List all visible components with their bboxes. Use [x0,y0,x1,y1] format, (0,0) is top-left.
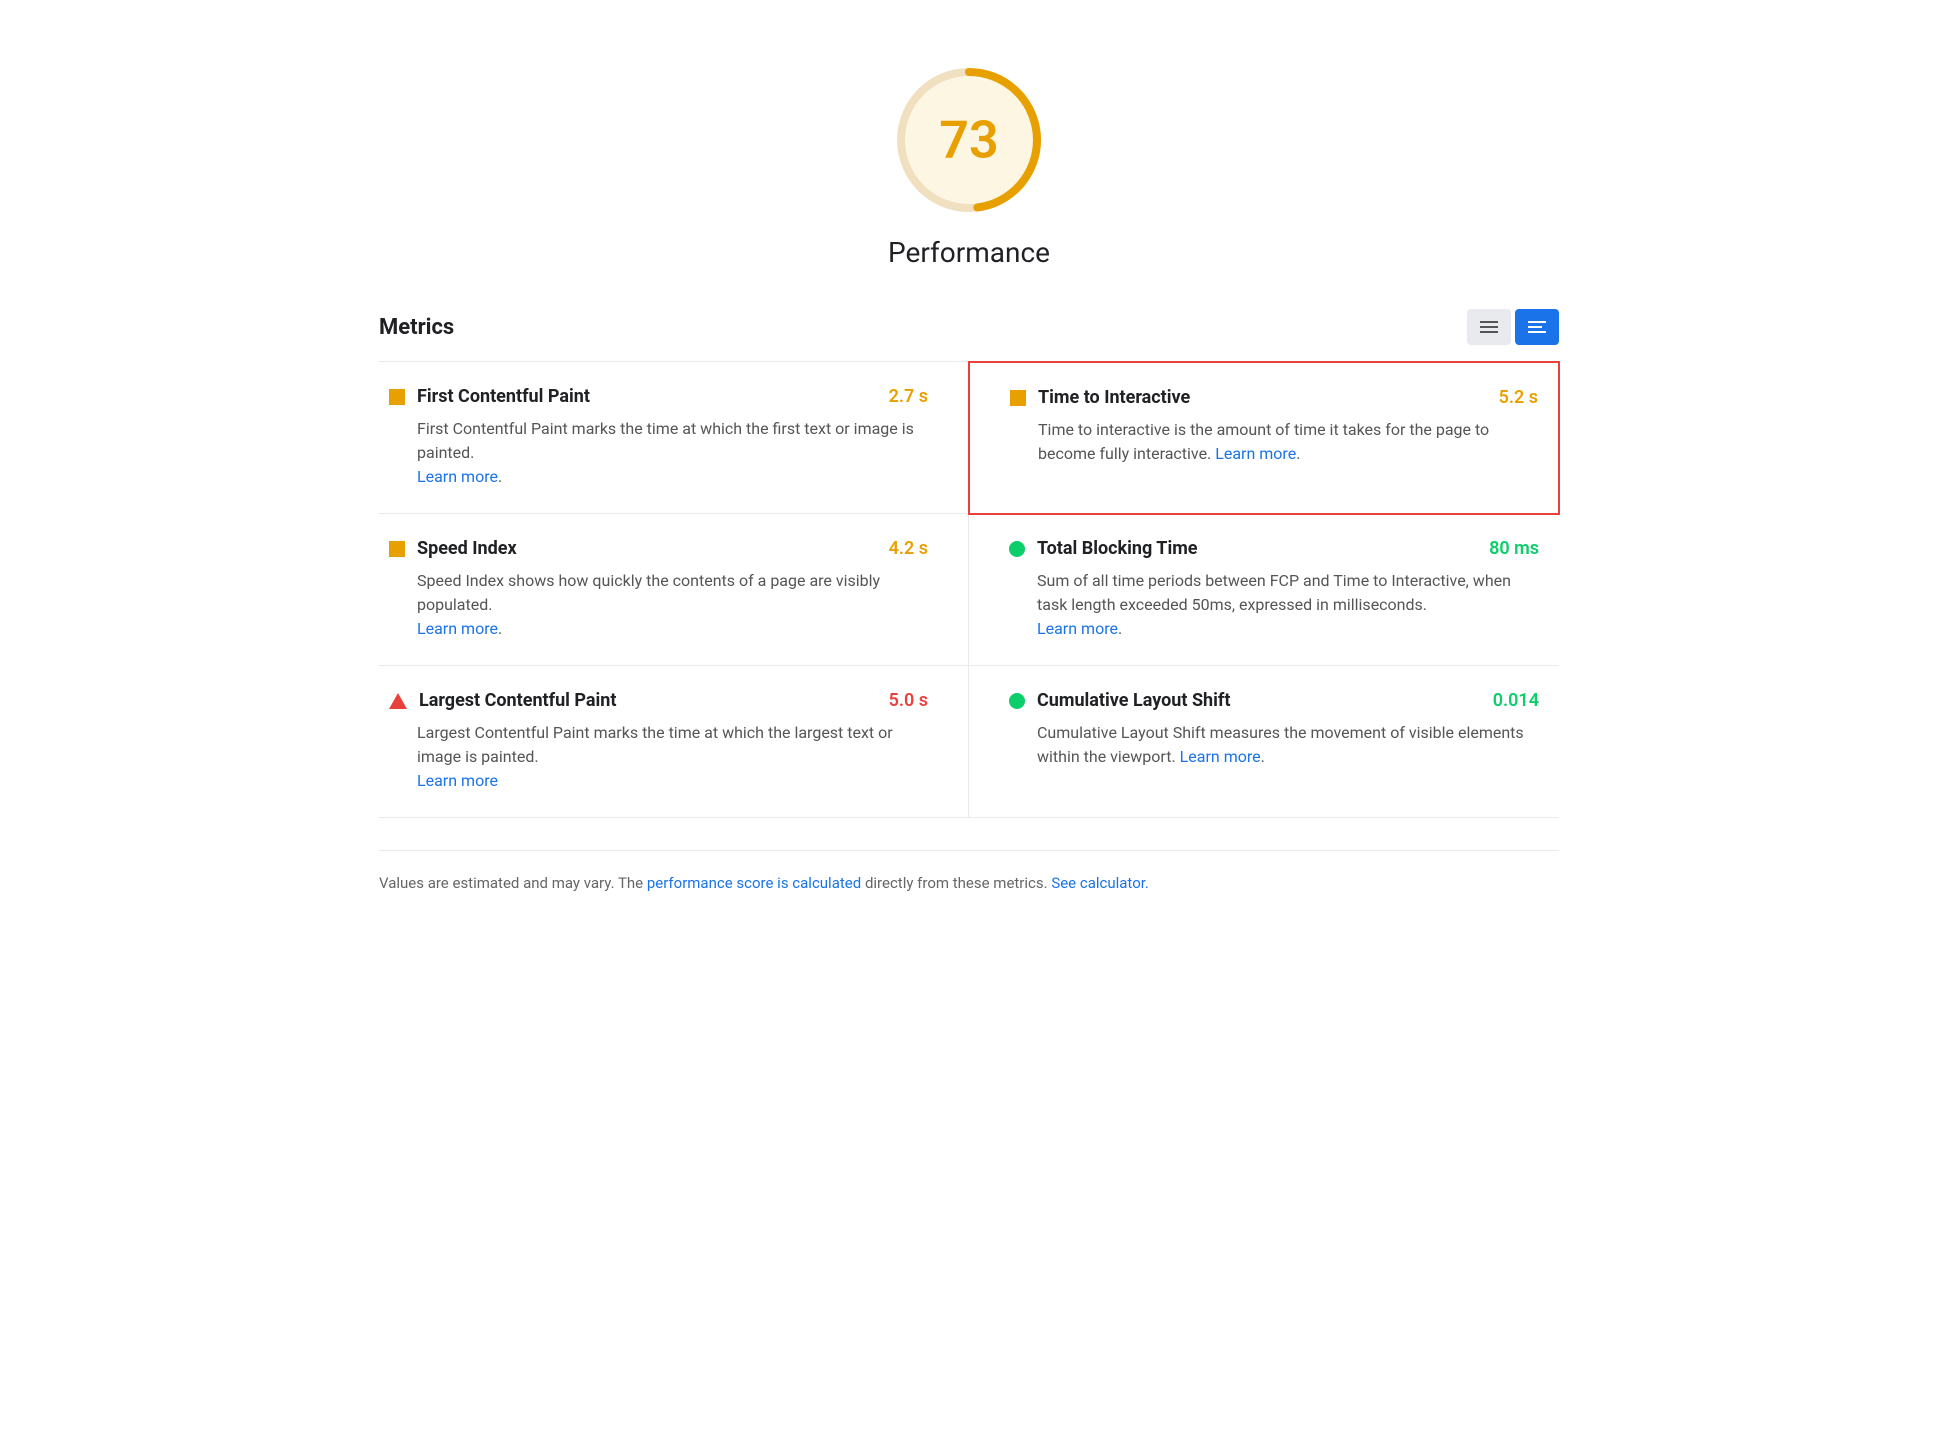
footer-link-see-calculator[interactable]: See calculator. [1051,874,1149,892]
metric-tbt: Total Blocking Time 80 ms Sum of all tim… [969,514,1559,666]
footer-link-calculator[interactable]: performance score is calculated [647,874,861,892]
metric-cls-header: Cumulative Layout Shift 0.014 [1009,690,1539,713]
cls-value: 0.014 [1493,690,1539,711]
metric-tbt-title-row: Total Blocking Time 80 ms [1037,538,1539,559]
tti-icon [1010,390,1026,406]
metric-si: Speed Index 4.2 s Speed Index shows how … [379,514,969,666]
cls-learn-more[interactable]: Learn more [1180,747,1261,766]
footer-text-before: Values are estimated and may vary. The [379,874,647,892]
tbt-value: 80 ms [1489,538,1539,559]
si-icon [389,541,405,557]
metric-fcp: First Contentful Paint 2.7 s First Conte… [379,362,969,514]
si-value: 4.2 s [889,538,928,559]
detail-view-button[interactable] [1515,309,1559,345]
cls-name: Cumulative Layout Shift [1037,690,1230,711]
tbt-description: Sum of all time periods between FCP and … [1037,569,1539,641]
metric-tti-header: Time to Interactive 5.2 s [1010,387,1538,410]
metric-lcp: Largest Contentful Paint 5.0 s Largest C… [379,666,969,818]
metric-si-title-row: Speed Index 4.2 s [417,538,928,559]
lcp-value: 5.0 s [889,690,928,711]
score-value: 73 [939,110,998,171]
metric-tti-title-row: Time to Interactive 5.2 s [1038,387,1538,408]
si-learn-more[interactable]: Learn more [417,619,498,638]
fcp-icon [389,389,405,405]
detail-view-icon [1528,321,1546,333]
footer-text-middle: directly from these metrics. [865,874,1051,892]
lcp-name: Largest Contentful Paint [419,690,616,711]
metric-tti: Time to Interactive 5.2 s Time to intera… [968,361,1560,515]
metric-si-header: Speed Index 4.2 s [389,538,928,561]
fcp-value: 2.7 s [889,386,928,407]
tti-learn-more[interactable]: Learn more [1215,444,1296,463]
lcp-description: Largest Contentful Paint marks the time … [417,721,928,793]
score-ring: 73 [889,60,1049,220]
score-section: 73 Performance [379,40,1559,269]
metrics-header: Metrics [379,309,1559,345]
metric-fcp-header: First Contentful Paint 2.7 s [389,386,928,409]
cls-icon [1009,693,1025,709]
metric-cls-title-row: Cumulative Layout Shift 0.014 [1037,690,1539,711]
si-name: Speed Index [417,538,517,559]
list-view-button[interactable] [1467,309,1511,345]
tbt-icon [1009,541,1025,557]
tbt-learn-more[interactable]: Learn more [1037,619,1118,638]
metrics-grid: First Contentful Paint 2.7 s First Conte… [379,361,1559,818]
metric-fcp-title-row: First Contentful Paint 2.7 s [417,386,928,407]
metric-lcp-title-row: Largest Contentful Paint 5.0 s [419,690,928,711]
metric-cls: Cumulative Layout Shift 0.014 Cumulative… [969,666,1559,818]
metric-tbt-header: Total Blocking Time 80 ms [1009,538,1539,561]
si-description: Speed Index shows how quickly the conten… [417,569,928,641]
fcp-description: First Contentful Paint marks the time at… [417,417,928,489]
tbt-name: Total Blocking Time [1037,538,1198,559]
metrics-title: Metrics [379,315,454,340]
fcp-learn-more[interactable]: Learn more [417,467,498,486]
cls-description: Cumulative Layout Shift measures the mov… [1037,721,1539,769]
tti-value: 5.2 s [1499,387,1538,408]
tti-name: Time to Interactive [1038,387,1190,408]
lcp-icon [389,693,407,709]
metric-lcp-header: Largest Contentful Paint 5.0 s [389,690,928,713]
lcp-learn-more[interactable]: Learn more [417,771,498,790]
view-toggle-buttons [1467,309,1559,345]
footer-note: Values are estimated and may vary. The p… [379,850,1559,895]
fcp-name: First Contentful Paint [417,386,590,407]
score-label: Performance [888,236,1050,269]
tti-description: Time to interactive is the amount of tim… [1038,418,1538,466]
list-view-icon [1480,321,1498,333]
